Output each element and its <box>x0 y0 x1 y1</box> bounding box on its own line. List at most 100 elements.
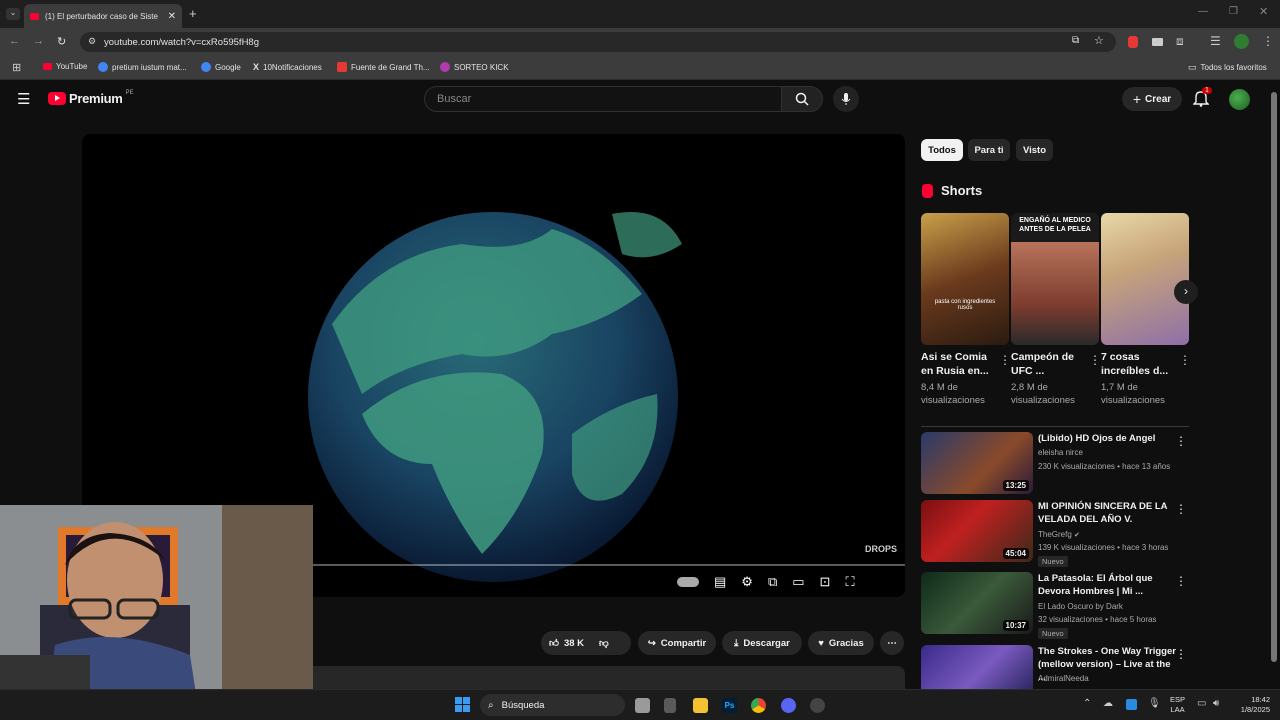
minimize-icon[interactable]: — <box>1198 6 1208 17</box>
file-explorer-icon[interactable] <box>693 698 708 713</box>
video-channel[interactable]: El Lado Oscuro by Dark <box>1038 602 1123 611</box>
shorts-next-button[interactable]: › <box>1174 280 1198 304</box>
extension-red-icon[interactable] <box>1128 36 1138 48</box>
notifications-button[interactable]: 1 <box>1192 87 1212 112</box>
bookmark-x[interactable]: X 10Notificaciones <box>253 62 322 72</box>
voice-search-button[interactable] <box>833 86 859 112</box>
search-button[interactable] <box>781 86 823 112</box>
reading-list-icon[interactable]: ☰ <box>1210 34 1221 48</box>
short-more-icon[interactable]: ⋮ <box>999 353 1011 367</box>
short-card[interactable]: 7 cosas increíbles d... 1,7 M de visuali… <box>1101 213 1191 407</box>
account-avatar[interactable] <box>1229 89 1250 110</box>
thumbs-down-icon[interactable]: 👎︎ <box>599 637 609 649</box>
video-thumbnail[interactable]: 10:37 <box>921 572 1033 634</box>
like-dislike-group[interactable]: 👍︎ 38 K 👎︎ <box>541 631 631 655</box>
photoshop-icon[interactable]: Ps <box>722 698 737 713</box>
bookmark-sorteo[interactable]: SORTEO KICK <box>440 62 509 72</box>
address-bar[interactable]: ⚙ youtube.com/watch?v=cxRo595fH8g ⧉ ☆ <box>80 32 1116 52</box>
bookmark-fuente[interactable]: Fuente de Grand Th... <box>337 62 430 72</box>
thanks-button[interactable]: ♥ Gracias <box>808 631 874 655</box>
task-view-icon[interactable] <box>635 698 650 713</box>
forward-icon[interactable]: → <box>33 35 44 47</box>
tray-app-icon[interactable] <box>1126 699 1137 710</box>
thumbs-up-icon[interactable]: 👍︎ <box>549 637 559 649</box>
short-title[interactable]: 7 cosas increíbles d... <box>1101 350 1175 378</box>
page-scrollbar[interactable] <box>1271 92 1277 662</box>
close-window-icon[interactable]: ✕ <box>1259 5 1268 18</box>
short-more-icon[interactable]: ⋮ <box>1179 353 1191 367</box>
video-more-icon[interactable]: ⋮ <box>1175 434 1187 448</box>
app-icon[interactable] <box>810 698 825 713</box>
video-more-icon[interactable]: ⋮ <box>1175 574 1187 588</box>
chevron-up-icon[interactable]: ⌃ <box>1083 698 1091 709</box>
video-title[interactable]: MI OPINIÓN SINCERA DE LA VELADA DEL AÑO … <box>1038 500 1178 526</box>
bookmark-youtube[interactable]: YouTube <box>43 62 87 71</box>
short-title[interactable]: Asi se Comia en Rusia en... <box>921 350 995 378</box>
video-title[interactable]: La Patasola: El Árbol que Devora Hombres… <box>1038 572 1178 598</box>
recommended-video[interactable]: 45:04 MI OPINIÓN SINCERA DE LA VELADA DE… <box>921 500 1189 567</box>
active-tab[interactable]: (1) El perturbador caso de Siste ✕ <box>24 4 182 28</box>
discord-icon[interactable] <box>781 698 796 713</box>
language-indicator[interactable]: ESP LAA <box>1170 695 1185 715</box>
create-button[interactable]: + Crear <box>1122 87 1182 111</box>
short-thumbnail[interactable]: pasta con ingredientes rusos <box>921 213 1009 345</box>
cloud-icon[interactable]: ☁ <box>1103 698 1113 709</box>
video-thumbnail[interactable] <box>921 645 1033 689</box>
extension-icon[interactable] <box>1152 38 1163 46</box>
recommended-video[interactable]: 10:37 La Patasola: El Árbol que Devora H… <box>921 572 1189 639</box>
bookmark-google[interactable]: Google <box>201 62 241 72</box>
microphone-icon[interactable]: 🎙︎ <box>1148 698 1161 709</box>
taskbar-search[interactable]: ⌕ Búsqueda <box>480 694 625 716</box>
video-thumbnail[interactable]: 45:04 <box>921 500 1033 562</box>
video-channel[interactable]: eleisha nirce <box>1038 448 1083 457</box>
short-thumbnail[interactable] <box>1101 213 1189 345</box>
bookmark-pretium[interactable]: pretium iustum mat... <box>98 62 187 72</box>
install-app-icon[interactable]: ⧉ <box>1072 35 1079 46</box>
autoplay-toggle[interactable] <box>677 577 699 587</box>
fullscreen-icon[interactable]: ⛶ <box>845 574 854 590</box>
chip-for-you[interactable]: Para ti <box>968 139 1010 161</box>
maximize-icon[interactable]: ❐ <box>1229 6 1238 17</box>
network-icon[interactable]: ▭ <box>1197 698 1206 709</box>
video-channel[interactable]: AdmiralNeeda <box>1038 674 1089 683</box>
recommended-video[interactable]: 13:25 (Libido) HD Ojos de Angel eleisha … <box>921 432 1189 494</box>
settings-gear-icon[interactable]: ⚙ <box>741 574 753 590</box>
cast-icon[interactable]: ⊡ <box>820 574 831 590</box>
theater-mode-icon[interactable]: ▭ <box>792 574 804 590</box>
subtitles-icon[interactable]: ▤ <box>714 574 726 590</box>
recommended-video[interactable]: The Strokes - One Way Trigger (mellow ve… <box>921 645 1189 689</box>
chrome-menu-icon[interactable]: ⋮ <box>1262 34 1274 48</box>
video-thumbnail[interactable]: 13:25 <box>921 432 1033 494</box>
video-more-icon[interactable]: ⋮ <box>1175 647 1187 661</box>
app-icon[interactable] <box>664 698 676 713</box>
bookmark-star-icon[interactable]: ☆ <box>1094 34 1104 47</box>
short-card[interactable]: ENGAÑÓ AL MEDICO ANTES DE LA PELEA Campe… <box>1011 213 1101 407</box>
reload-icon[interactable]: ↻ <box>57 35 66 48</box>
windows-start-icon[interactable] <box>455 697 470 712</box>
download-button[interactable]: ⤓ Descargar <box>722 631 802 655</box>
apps-grid-icon[interactable]: ⊞ <box>12 61 21 74</box>
short-thumbnail[interactable]: ENGAÑÓ AL MEDICO ANTES DE LA PELEA <box>1011 213 1099 345</box>
short-card[interactable]: pasta con ingredientes rusos Asi se Comi… <box>921 213 1011 407</box>
clock[interactable]: 18:42 1/8/2025 <box>1230 695 1270 715</box>
short-title[interactable]: Campeón de UFC ... <box>1011 350 1085 378</box>
video-more-icon[interactable]: ⋮ <box>1175 502 1187 516</box>
short-more-icon[interactable]: ⋮ <box>1089 353 1101 367</box>
video-title[interactable]: (Libido) HD Ojos de Angel <box>1038 432 1178 445</box>
new-tab-icon[interactable]: + <box>189 6 197 21</box>
extensions-puzzle-icon[interactable]: ⧈ <box>1176 34 1184 49</box>
more-actions-button[interactable]: ⋯ <box>880 631 904 655</box>
close-tab-icon[interactable]: ✕ <box>168 11 176 22</box>
profile-avatar[interactable] <box>1234 34 1249 49</box>
search-input[interactable]: Buscar <box>424 86 782 112</box>
chrome-icon[interactable] <box>751 698 766 713</box>
site-info-icon[interactable]: ⚙ <box>88 36 96 47</box>
chip-all[interactable]: Todos <box>921 139 963 161</box>
youtube-logo[interactable]: Premium PE <box>48 90 134 106</box>
video-channel[interactable]: TheGrefg ✔ <box>1038 530 1080 539</box>
hamburger-menu-icon[interactable]: ☰ <box>17 90 30 108</box>
miniplayer-icon[interactable]: ⧉ <box>768 574 777 590</box>
share-button[interactable]: ↪ Compartir <box>638 631 716 655</box>
all-bookmarks[interactable]: ▭ Todos los favoritos <box>1188 62 1267 73</box>
chip-watched[interactable]: Visto <box>1016 139 1053 161</box>
